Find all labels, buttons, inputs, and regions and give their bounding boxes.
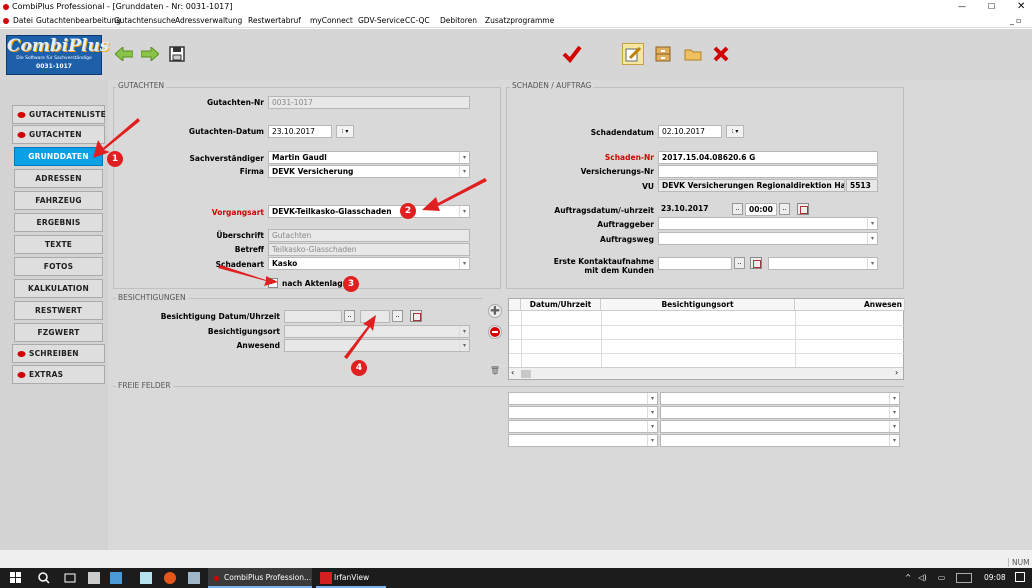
status-bar: NUM [0, 550, 1032, 568]
annotation-marker-2: 2 [400, 203, 416, 219]
search-icon[interactable] [38, 572, 50, 584]
annotation-arrow-4 [344, 315, 376, 359]
irfanview-icon [320, 572, 332, 584]
keyboard-icon[interactable] [956, 573, 972, 583]
notification-icon[interactable] [1015, 572, 1025, 582]
taskbar-app-combiplus[interactable]: CombiPlus Profession... [208, 568, 312, 588]
task-view-icon[interactable] [64, 572, 76, 584]
network-icon[interactable]: ▭ [938, 573, 945, 582]
taskbar-app-irfanview[interactable]: IrfanView [316, 568, 386, 588]
num-lock-indicator: NUM [1008, 558, 1030, 567]
taskbar-app-label: IrfanView [334, 573, 370, 582]
annotation-arrow-3 [218, 265, 278, 286]
taskbar: CombiPlus Profession... IrfanView ^ ◁) ▭… [0, 568, 1032, 588]
windows-start-icon[interactable] [10, 572, 22, 584]
taskbar-app-label: CombiPlus Profession... [224, 573, 312, 582]
app-tile-icon[interactable] [140, 572, 152, 584]
app-tile-icon[interactable] [110, 572, 122, 584]
annotation-arrows [93, 118, 487, 359]
annotation-marker-1: 1 [107, 151, 123, 167]
clock: 09:08 [984, 573, 1006, 582]
app-tile-icon[interactable] [88, 572, 100, 584]
annotation-arrow-2 [422, 178, 487, 211]
browser-icon[interactable] [164, 572, 176, 584]
app-tile-icon[interactable] [188, 572, 200, 584]
volume-icon[interactable]: ◁) [918, 573, 927, 582]
combiplus-icon [214, 576, 219, 581]
annotation-marker-3: 3 [343, 276, 359, 292]
tray-chevron-icon[interactable]: ^ [905, 573, 911, 582]
annotation-marker-4: 4 [351, 360, 367, 376]
